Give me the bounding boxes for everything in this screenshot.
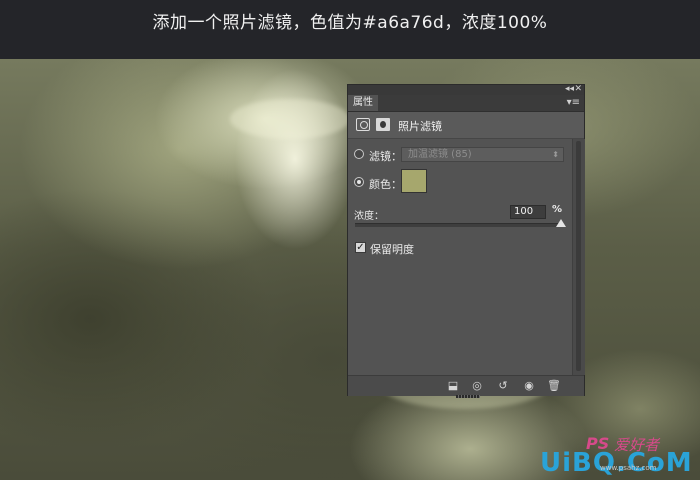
chevron-updown-icon: ⬍ — [552, 150, 559, 159]
filter-select[interactable]: 加温滤镜 (85) ⬍ — [401, 147, 564, 162]
watermark-url: www.psahz.com — [600, 464, 657, 472]
filter-label: 滤镜： — [369, 150, 402, 163]
view-previous-icon[interactable]: ◎ — [470, 379, 484, 393]
filter-select-value: 加温滤镜 (85) — [408, 149, 472, 160]
cloud-highlight — [230, 99, 350, 139]
tutorial-banner: 添加一个照片滤镜，色值为#a6a76d，浓度100% — [0, 0, 700, 59]
adjustment-layer-icon[interactable] — [356, 118, 370, 131]
preserve-luminosity-label: 保留明度 — [370, 243, 414, 256]
watermark-brand: UiBQ.CoM — [540, 448, 693, 478]
collapse-icon[interactable]: ◂◂ — [565, 84, 574, 94]
resize-grip[interactable] — [456, 395, 480, 398]
visibility-eye-icon[interactable]: ◉ — [522, 379, 536, 393]
filter-radio[interactable] — [354, 149, 364, 159]
panel-tabbar: 属性 ▾≡ — [348, 95, 584, 112]
preserve-luminosity-row: ✓ 保留明度 — [348, 241, 584, 257]
trash-icon[interactable]: 🗑 — [547, 379, 561, 393]
preserve-luminosity-checkbox[interactable]: ✓ — [355, 242, 366, 253]
scrollbar-thumb[interactable] — [576, 141, 581, 371]
color-label: 颜色： — [369, 178, 402, 191]
tab-properties[interactable]: 属性 — [348, 95, 378, 111]
close-icon[interactable]: ✕ — [574, 84, 582, 94]
panel-scrollbar[interactable] — [572, 139, 585, 375]
clip-to-layer-icon[interactable]: ⬓ — [446, 379, 460, 393]
adjustment-title: 照片滤镜 — [398, 120, 442, 133]
tutorial-caption: 添加一个照片滤镜，色值为#a6a76d，浓度100% — [152, 13, 548, 33]
density-label: 浓度： — [354, 211, 384, 222]
density-slider-track[interactable] — [355, 223, 561, 227]
reset-icon[interactable]: ↺ — [496, 379, 510, 393]
density-unit: % — [552, 204, 563, 215]
site-watermark: PS 爱好者 UiBQ.CoM www.psahz.com — [536, 434, 696, 478]
layer-mask-icon[interactable] — [376, 118, 390, 131]
panel-titlebar[interactable]: ◂◂ ✕ — [348, 84, 584, 95]
density-slider-thumb[interactable] — [556, 219, 566, 227]
panel-bottom-toolbar: ⬓ ◎ ↺ ◉ 🗑 — [348, 375, 584, 396]
adjustment-header: 照片滤镜 — [348, 112, 584, 139]
color-swatch[interactable] — [401, 169, 427, 193]
density-row: 浓度： 100 % — [348, 204, 584, 231]
panel-menu-icon[interactable]: ▾≡ — [567, 96, 580, 110]
color-radio[interactable] — [354, 177, 364, 187]
density-input[interactable]: 100 — [510, 205, 546, 219]
properties-panel: ◂◂ ✕ 属性 ▾≡ 照片滤镜 滤镜： 加温滤镜 (85) ⬍ 颜色： 浓度： … — [347, 84, 585, 398]
color-row: 颜色： — [348, 169, 584, 195]
filter-row: 滤镜： 加温滤镜 (85) ⬍ — [348, 147, 584, 163]
